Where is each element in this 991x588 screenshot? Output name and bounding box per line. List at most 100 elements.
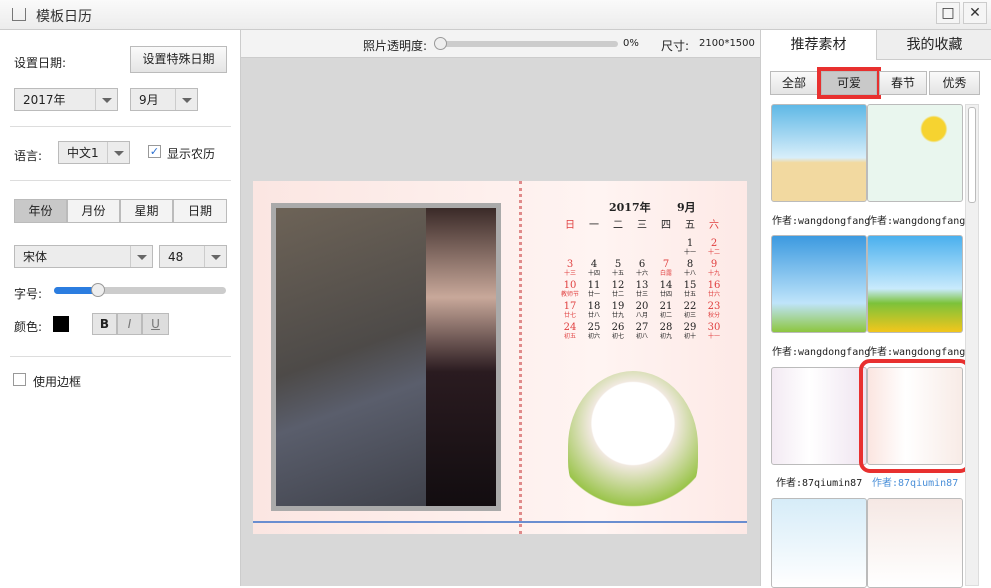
show-lunar-label: 显示农历 — [167, 147, 216, 161]
lunar-date: 廿三 — [635, 291, 648, 298]
day-number: 17 — [563, 301, 577, 312]
tab-favorites[interactable]: 我的收藏 — [876, 30, 991, 60]
materials-panel: 推荐素材 我的收藏 全部 可爱 春节 优秀 作者:wangdongfang 作者… — [760, 30, 991, 588]
calendar-day — [630, 239, 654, 260]
underline-button[interactable]: U — [142, 313, 169, 335]
size-slider-thumb[interactable] — [91, 283, 105, 297]
segment-month[interactable]: 月份 — [67, 199, 120, 223]
material-thumb[interactable] — [771, 104, 867, 202]
scrollbar-thumb[interactable] — [968, 107, 976, 203]
font-select[interactable]: 宋体 — [14, 245, 153, 268]
font-size-select[interactable]: 48 — [159, 245, 227, 268]
calendar-day: 23 秋分 — [702, 302, 726, 323]
day-number: 21 — [659, 301, 673, 312]
italic-button[interactable]: I — [117, 313, 142, 335]
divider — [10, 356, 231, 357]
calendar-day: 8 十八 — [678, 260, 702, 281]
photo-frame — [271, 203, 501, 511]
day-number: 15 — [683, 280, 697, 291]
calendar-day — [558, 239, 582, 260]
calendar-month: 9月 — [677, 201, 696, 214]
chevron-down-icon — [107, 142, 129, 163]
day-number: 30 — [707, 322, 721, 333]
day-number: 2 — [710, 238, 718, 249]
lunar-date: 教师节 — [560, 291, 579, 298]
day-number: 12 — [611, 280, 625, 291]
material-thumb[interactable] — [771, 498, 867, 588]
opacity-value: 0% — [623, 38, 639, 49]
calendar-day: 11 廿一 — [582, 281, 606, 302]
app-icon — [12, 8, 26, 21]
segment-day[interactable]: 日期 — [173, 199, 227, 223]
day-number: 13 — [635, 280, 649, 291]
calendar-day: 1 十一 — [678, 239, 702, 260]
special-date-button[interactable]: 设置特殊日期 — [130, 46, 227, 73]
lunar-date: 初二 — [659, 312, 672, 319]
filter-spring-festival[interactable]: 春节 — [879, 71, 927, 95]
lunar-date: 廿四 — [659, 291, 672, 298]
month-select[interactable]: 9月 — [130, 88, 198, 111]
day-number: 14 — [659, 280, 673, 291]
scrollbar[interactable] — [965, 104, 979, 586]
use-border-checkbox[interactable] — [13, 373, 26, 386]
material-thumb-selected[interactable] — [859, 359, 971, 473]
year-select[interactable]: 2017年 — [14, 88, 118, 111]
lunar-date: 秋分 — [707, 312, 720, 319]
filter-all[interactable]: 全部 — [770, 71, 818, 95]
author-label: 作者:wangdongfang — [867, 347, 966, 358]
day-number: 22 — [683, 301, 697, 312]
calendar-day: 3 十三 — [558, 260, 582, 281]
day-number: 18 — [587, 301, 601, 312]
lunar-date: 十八 — [683, 270, 696, 277]
calendar-day — [606, 239, 630, 260]
opacity-slider-thumb[interactable] — [434, 37, 447, 50]
day-number: 25 — [587, 322, 601, 333]
bold-button[interactable]: B — [92, 313, 117, 335]
material-thumb[interactable] — [771, 367, 867, 465]
lunar-date: 初七 — [611, 333, 624, 340]
language-select[interactable]: 中文1 — [58, 141, 130, 164]
segment-year[interactable]: 年份 — [14, 199, 67, 223]
maximize-button[interactable]: □ — [936, 2, 960, 24]
settings-panel: 设置日期: 设置特殊日期 2017年 9月 语言: 中文1 ✓ 显示农历 年份 … — [0, 30, 241, 586]
calendar-day: 10 教师节 — [558, 281, 582, 302]
day-number: 26 — [611, 322, 625, 333]
opacity-slider[interactable] — [434, 37, 618, 50]
close-button[interactable]: ✕ — [963, 2, 987, 24]
tab-recommended[interactable]: 推荐素材 — [761, 30, 876, 60]
calendar-day: 13 廿三 — [630, 281, 654, 302]
weekday-header: 四 — [661, 220, 671, 231]
weekday-header: 三 — [637, 220, 647, 231]
show-lunar-checkbox[interactable]: ✓ — [148, 145, 161, 158]
calendar-day: 7 白露 — [654, 260, 678, 281]
lunar-date: 初六 — [587, 333, 600, 340]
material-thumb[interactable] — [771, 235, 867, 333]
floral-vine-decoration — [519, 181, 535, 534]
material-thumb[interactable] — [867, 498, 963, 588]
calendar-day: 12 廿二 — [606, 281, 630, 302]
day-number: 20 — [635, 301, 649, 312]
calendar-day: 25 初六 — [582, 323, 606, 344]
filter-excellent[interactable]: 优秀 — [929, 71, 980, 95]
date-label: 设置日期: — [14, 56, 67, 70]
calendar-day: 22 初三 — [678, 302, 702, 323]
segment-weekday[interactable]: 星期 — [120, 199, 173, 223]
divider — [10, 180, 231, 181]
year-value: 2017年 — [23, 93, 66, 107]
calendar-day: 21 初二 — [654, 302, 678, 323]
lunar-date: 廿九 — [611, 312, 624, 319]
calendar-day: 6 十六 — [630, 260, 654, 281]
language-label: 语言: — [14, 149, 43, 163]
lunar-date: 十一 — [707, 333, 720, 340]
material-thumb[interactable] — [867, 104, 963, 202]
material-thumb[interactable] — [867, 235, 963, 333]
calendar-day: 14 廿四 — [654, 281, 678, 302]
size-slider[interactable] — [54, 283, 226, 297]
calendar-day: 9 十九 — [702, 260, 726, 281]
calendar-day: 17 廿七 — [558, 302, 582, 323]
day-number: 29 — [683, 322, 697, 333]
color-swatch[interactable] — [53, 316, 69, 332]
filter-cute[interactable]: 可爱 — [817, 67, 881, 99]
month-value: 9月 — [139, 93, 159, 107]
lunar-date: 廿八 — [587, 312, 600, 319]
